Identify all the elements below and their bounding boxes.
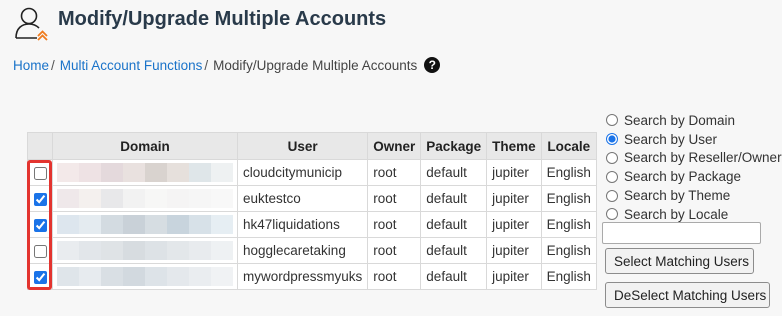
user-column-header[interactable]: User bbox=[236, 132, 369, 160]
domain-cell-redacted bbox=[52, 263, 238, 290]
search-option-label: Search by Locale bbox=[624, 206, 729, 222]
package-cell: default bbox=[420, 159, 488, 186]
locale-cell: English bbox=[540, 185, 597, 212]
row-select-cell bbox=[27, 263, 53, 290]
search-options: Search by Domain Search by User Search by … bbox=[605, 111, 782, 224]
domain-cell-redacted bbox=[52, 159, 238, 186]
help-icon[interactable]: ? bbox=[424, 57, 441, 73]
owner-cell: root bbox=[367, 185, 422, 212]
owner-column-header[interactable]: Owner bbox=[367, 132, 422, 160]
search-option[interactable]: Search by Theme bbox=[605, 186, 782, 205]
breadcrumb-current: Modify/Upgrade Multiple Accounts bbox=[213, 57, 418, 73]
theme-cell: jupiter bbox=[486, 237, 542, 264]
locale-cell: English bbox=[540, 159, 597, 186]
row-checkbox[interactable] bbox=[33, 192, 47, 206]
package-cell: default bbox=[420, 211, 488, 238]
owner-cell: root bbox=[367, 237, 422, 264]
owner-cell: root bbox=[367, 211, 422, 238]
table-row: hogglecaretaking root default jupiter Englis… bbox=[27, 237, 597, 264]
locale-cell: English bbox=[540, 237, 597, 264]
search-option-radio[interactable] bbox=[606, 189, 618, 202]
user-cell: euktestco bbox=[236, 185, 369, 212]
domain-column-header[interactable]: Domain bbox=[52, 132, 238, 160]
search-option-label: Search by Theme bbox=[624, 188, 731, 204]
user-cell: cloudcitymunicip bbox=[236, 159, 369, 186]
search-option[interactable]: Search by User bbox=[605, 130, 782, 149]
table-header-row: Domain User Owner Package Theme Locale bbox=[27, 132, 597, 160]
redacted-domain-blur bbox=[57, 267, 233, 286]
redacted-domain-blur bbox=[57, 241, 233, 260]
search-option[interactable]: Search by Domain bbox=[605, 111, 782, 130]
search-option-radio[interactable] bbox=[606, 133, 618, 146]
package-cell: default bbox=[420, 185, 488, 212]
theme-cell: jupiter bbox=[486, 185, 542, 212]
row-select-cell bbox=[27, 211, 53, 238]
breadcrumb: Home / Multi Account Functions / Modify/… bbox=[13, 57, 441, 73]
search-option-radio[interactable] bbox=[606, 170, 618, 183]
table-row: euktestco root default jupiter English bbox=[27, 185, 597, 212]
search-option-label: Search by Domain bbox=[624, 112, 736, 128]
row-checkbox[interactable] bbox=[33, 218, 47, 232]
deselect-matching-users-button[interactable]: DeSelect Matching Users bbox=[605, 282, 770, 308]
package-cell: default bbox=[420, 263, 488, 290]
row-checkbox[interactable] bbox=[33, 270, 47, 284]
package-column-header[interactable]: Package bbox=[420, 132, 488, 160]
locale-column-header[interactable]: Locale bbox=[540, 132, 597, 160]
select-column-header bbox=[27, 132, 53, 160]
theme-column-header[interactable]: Theme bbox=[486, 132, 542, 160]
theme-cell: jupiter bbox=[486, 159, 542, 186]
accounts-table: Domain User Owner Package Theme Locale c… bbox=[27, 132, 597, 290]
owner-cell: root bbox=[367, 263, 422, 290]
row-checkbox[interactable] bbox=[33, 244, 47, 258]
user-cell: hk47liquidations bbox=[236, 211, 369, 238]
search-option-label: Search by Reseller/Owner bbox=[624, 150, 782, 166]
domain-cell-redacted bbox=[52, 185, 238, 212]
search-option[interactable]: Search by Package bbox=[605, 167, 782, 186]
user-upgrade-icon bbox=[15, 7, 48, 41]
locale-cell: English bbox=[540, 263, 597, 290]
breadcrumb-separator: / bbox=[204, 57, 209, 73]
table-row: mywordpressmyuks root default jupiter Englis… bbox=[27, 263, 597, 290]
redacted-domain-blur bbox=[57, 189, 233, 208]
breadcrumb-separator: / bbox=[51, 57, 55, 73]
user-cell: mywordpressmyuks bbox=[236, 263, 369, 290]
page-title: Modify/Upgrade Multiple Accounts bbox=[58, 8, 387, 30]
search-option[interactable]: Search by Reseller/Owner bbox=[605, 149, 782, 168]
domain-cell-redacted bbox=[52, 237, 238, 264]
user-cell: hogglecaretaking bbox=[236, 237, 369, 264]
row-select-cell bbox=[27, 159, 53, 186]
select-matching-users-button[interactable]: Select Matching Users bbox=[605, 248, 754, 274]
theme-cell: jupiter bbox=[486, 263, 542, 290]
redacted-domain-blur bbox=[57, 163, 233, 182]
breadcrumb-section-link[interactable]: Multi Account Functions bbox=[60, 58, 203, 73]
search-option-label: Search by Package bbox=[624, 169, 742, 185]
search-option-radio[interactable] bbox=[606, 208, 618, 221]
package-cell: default bbox=[420, 237, 488, 264]
search-option-radio[interactable] bbox=[606, 151, 618, 164]
search-input[interactable] bbox=[602, 222, 761, 244]
breadcrumb-home-link[interactable]: Home bbox=[13, 58, 49, 73]
search-option[interactable]: Search by Locale bbox=[605, 205, 782, 224]
table-row: cloudcitymunicip root default jupiter Englis… bbox=[27, 159, 597, 186]
owner-cell: root bbox=[367, 159, 422, 186]
table-row: hk47liquidations root default jupiter Englis… bbox=[27, 211, 597, 238]
locale-cell: English bbox=[540, 211, 597, 238]
search-option-label: Search by User bbox=[624, 131, 718, 147]
row-checkbox[interactable] bbox=[33, 166, 47, 180]
row-select-cell bbox=[27, 237, 53, 264]
domain-cell-redacted bbox=[52, 211, 238, 238]
redacted-domain-blur bbox=[57, 215, 233, 234]
row-select-cell bbox=[27, 185, 53, 212]
theme-cell: jupiter bbox=[486, 211, 542, 238]
search-option-radio[interactable] bbox=[606, 114, 618, 127]
